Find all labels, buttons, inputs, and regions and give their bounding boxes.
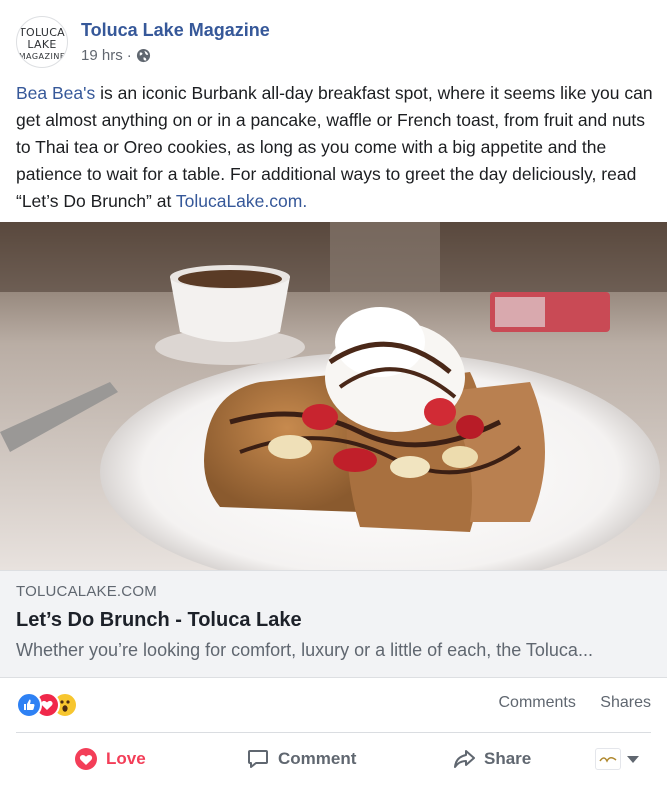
meta-separator: · [126,47,132,64]
tolucalake-link[interactable]: TolucaLake.com. [176,191,307,211]
post-body-text: is an iconic Burbank all-day breakfast s… [16,83,653,211]
comment-bubble-icon [248,750,268,768]
reaction-identity-selector[interactable] [595,748,639,770]
reaction-counts: Comments Shares [478,694,651,712]
post-body: Bea Bea's is an iconic Burbank all-day b… [16,80,656,215]
action-bar: Love Comment Share [16,740,651,778]
share-arrow-icon [454,750,475,768]
avatar-line-3: MAGAZINE [18,52,66,61]
action-divider [16,732,651,733]
preview-description: Whether you’re looking for comfort, luxu… [16,640,593,660]
post-meta: 19 hrs · [81,47,151,64]
heart-icon [75,748,97,770]
chevron-down-icon [627,755,639,763]
bea-beas-link[interactable]: Bea Bea's [16,83,95,103]
comment-button[interactable]: Comment [246,744,356,774]
share-button[interactable]: Share [452,744,531,774]
page-name-link[interactable]: Toluca Lake Magazine [81,20,270,41]
preview-domain: TOLUCALAKE.COM [16,583,157,600]
globe-icon[interactable] [136,48,151,63]
post-photo[interactable] [0,222,667,570]
comment-label: Comment [278,749,357,768]
reactions-bar: Comments Shares [16,692,651,718]
facebook-post: TOLUCA LAKE MAGAZINE Toluca Lake Magazin… [0,0,667,785]
comments-count-link[interactable]: Comments [498,694,575,711]
french-toast-photo [0,222,667,570]
link-preview[interactable]: TOLUCALAKE.COM Let’s Do Brunch - Toluca … [0,570,667,678]
identity-avatar [595,748,621,770]
page-avatar[interactable]: TOLUCA LAKE MAGAZINE [16,16,68,68]
preview-title[interactable]: Let’s Do Brunch - Toluca Lake [16,609,302,632]
shares-count-link[interactable]: Shares [600,694,651,711]
share-label: Share [484,749,532,768]
love-button[interactable]: Love [74,744,146,774]
avatar-line-2: LAKE [27,38,57,51]
post-time[interactable]: 19 hrs [81,47,123,64]
love-label: Love [106,749,146,768]
like-icon [16,692,42,718]
post-header: TOLUCA LAKE MAGAZINE Toluca Lake Magazin… [16,16,651,72]
